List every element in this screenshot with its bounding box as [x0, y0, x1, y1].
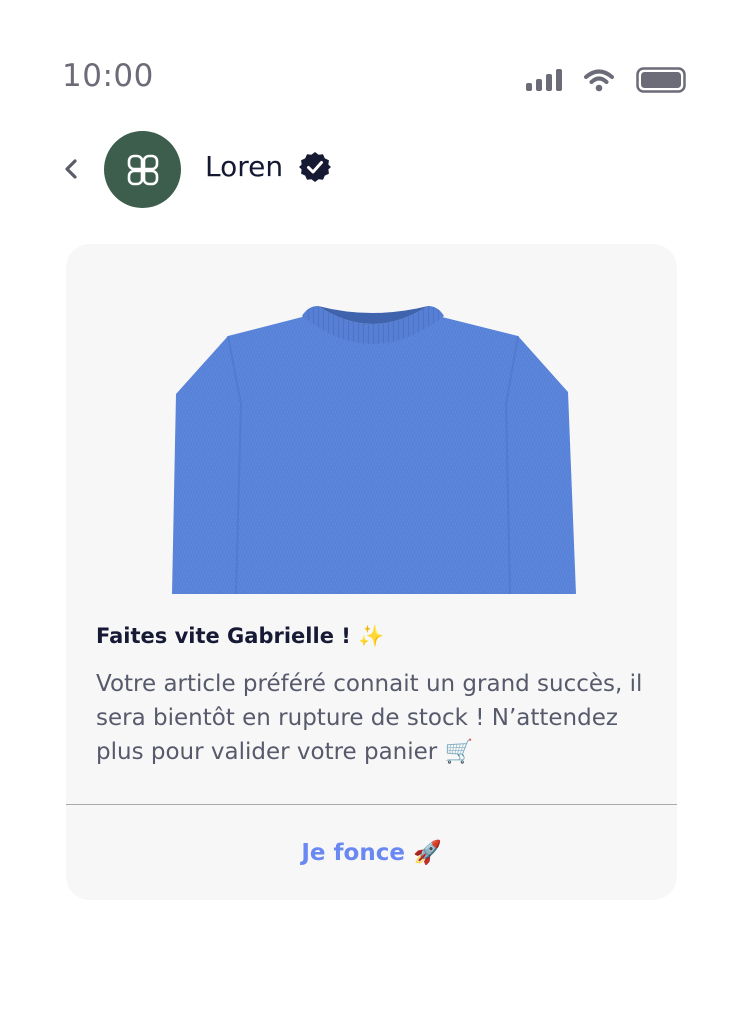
signal-icon: [526, 69, 562, 91]
card-title: Faites vite Gabrielle ! ✨: [96, 624, 385, 648]
status-icons: [526, 66, 686, 94]
avatar[interactable]: [104, 131, 181, 208]
wifi-icon: [584, 69, 614, 92]
app-screen: 10:00 Loren Faites vite Gabrielle ! ✨ Vo…: [0, 0, 750, 1024]
four-petal-logo-icon: [127, 154, 158, 185]
je-fonce-button[interactable]: Je fonce 🚀: [66, 805, 677, 900]
sender-name: Loren: [205, 150, 284, 183]
battery-icon: [636, 67, 686, 93]
message-card: Faites vite Gabrielle ! ✨ Votre article …: [66, 244, 677, 900]
card-body-text: Votre article préféré connait un grand s…: [96, 671, 643, 765]
status-time: 10:00: [62, 58, 154, 94]
verified-badge-icon: [299, 152, 331, 182]
chevron-left-icon: [65, 159, 77, 179]
product-image-sweater: [172, 306, 576, 595]
back-button[interactable]: [56, 152, 86, 186]
